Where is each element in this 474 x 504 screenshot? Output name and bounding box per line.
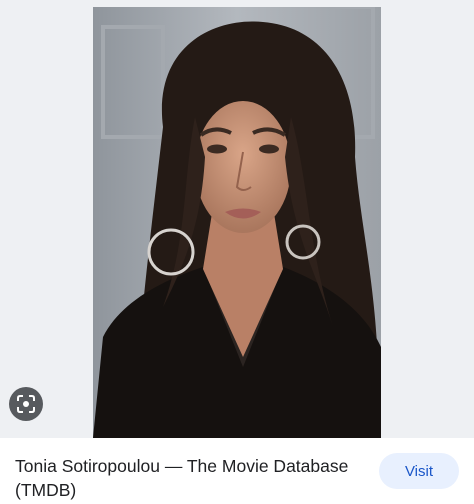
- result-title[interactable]: Tonia Sotiropoulou — The Movie Database …: [15, 454, 365, 502]
- google-lens-icon: [17, 395, 35, 413]
- google-lens-button[interactable]: [9, 387, 43, 421]
- image-preview-panel: [0, 0, 474, 438]
- person-photo[interactable]: [93, 7, 381, 438]
- portrait-illustration: [93, 7, 381, 438]
- visit-button[interactable]: Visit: [379, 453, 459, 489]
